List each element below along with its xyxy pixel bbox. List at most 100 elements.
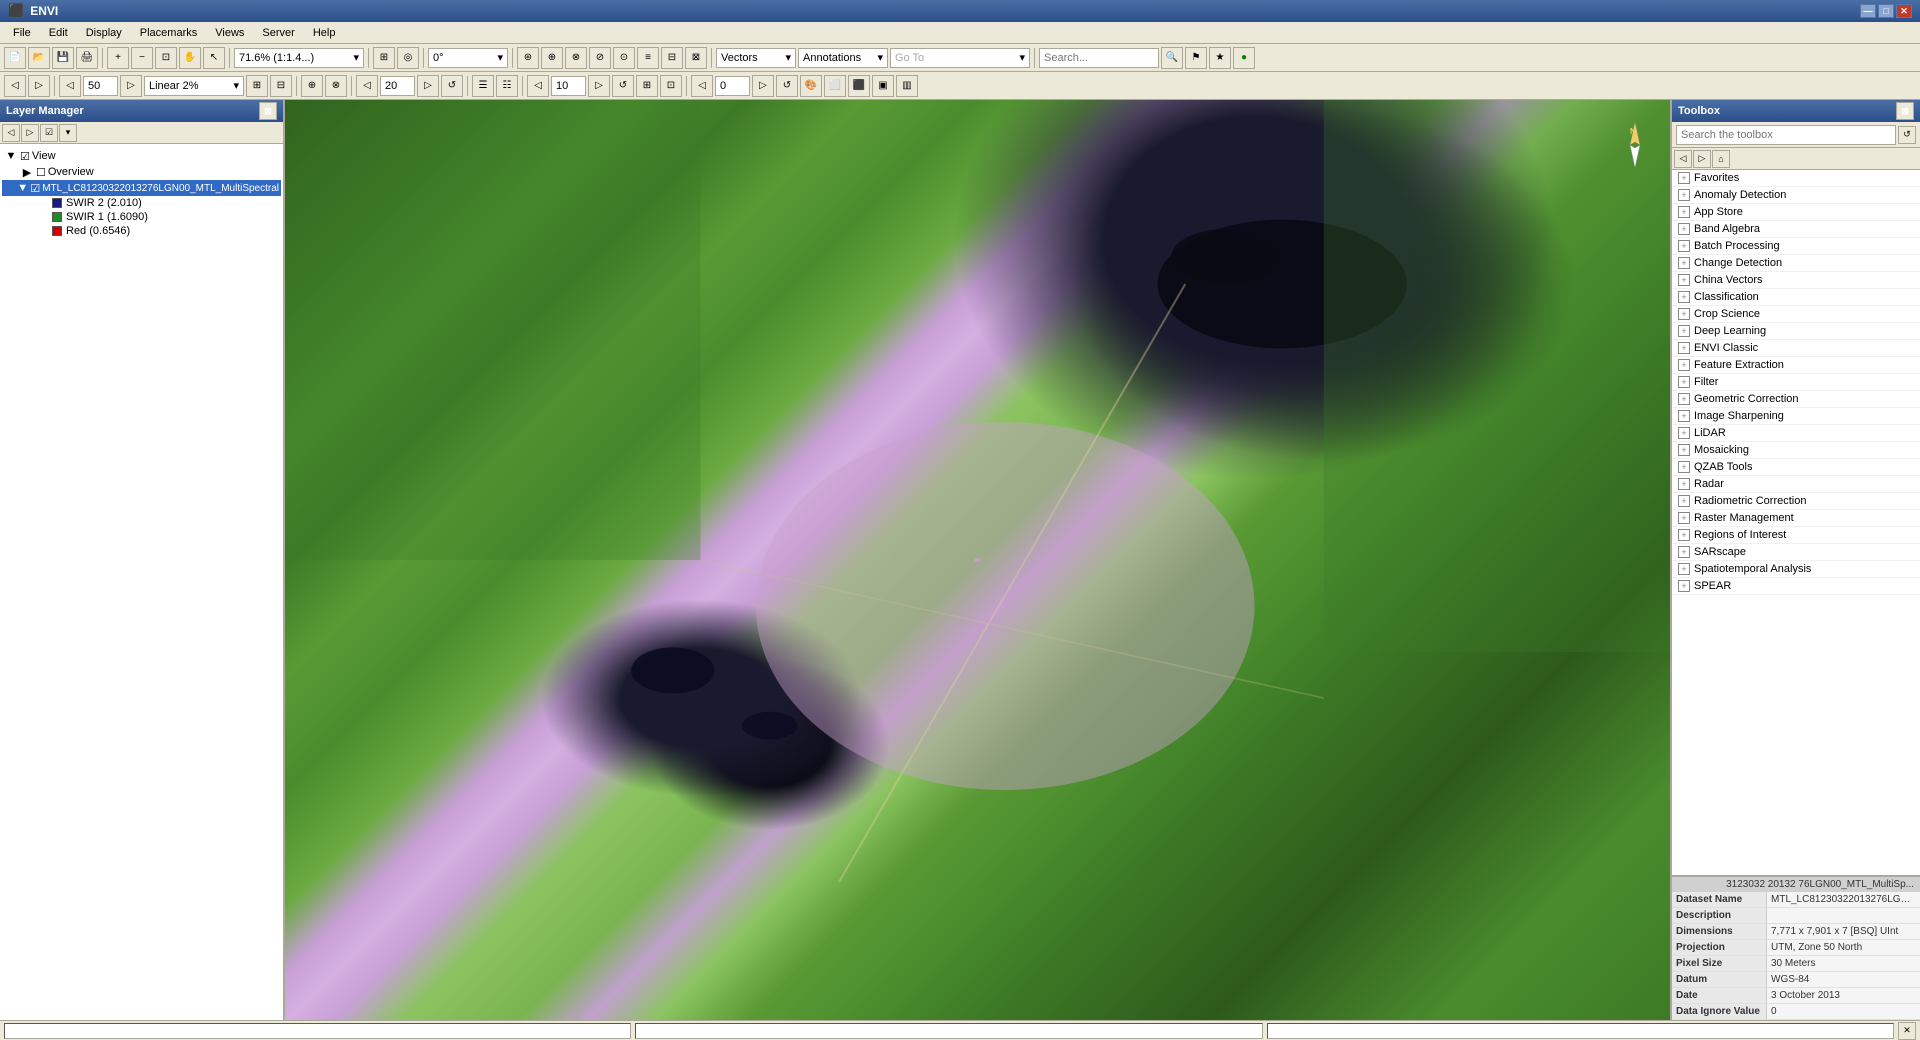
toolbox-item-radiometric-correction[interactable]: +Radiometric Correction — [1672, 493, 1920, 510]
lm-dropdown-btn[interactable]: ▾ — [59, 124, 77, 142]
maximize-button[interactable]: □ — [1878, 4, 1894, 18]
search-input[interactable] — [1039, 48, 1159, 68]
tb2-btn2[interactable]: ▷ — [28, 75, 50, 97]
color-btn2[interactable]: ⬜ — [824, 75, 846, 97]
toolbox-close[interactable]: ⊠ — [1896, 102, 1914, 120]
gamma-left[interactable]: ◁ — [691, 75, 713, 97]
tree-view-item[interactable]: ▼ ☑ View — [2, 148, 281, 164]
tool-btn8[interactable]: ⊠ — [685, 47, 707, 69]
close-button[interactable]: ✕ — [1896, 4, 1912, 18]
tool-btn5[interactable]: ⊙ — [613, 47, 635, 69]
lm-expand-btn[interactable]: ▷ — [21, 124, 39, 142]
bookmark2[interactable]: ★ — [1209, 47, 1231, 69]
tree-band3-item[interactable]: Red (0.6546) — [2, 224, 281, 238]
toolbox-home[interactable]: ⌂ — [1712, 150, 1730, 168]
tb2-btn6[interactable]: ⊗ — [325, 75, 347, 97]
pan-button[interactable]: ✋ — [179, 47, 201, 69]
toolbox-item-anomaly-detection[interactable]: +Anomaly Detection — [1672, 187, 1920, 204]
tool-btn1[interactable]: ⊛ — [517, 47, 539, 69]
open-button[interactable]: 📂 — [28, 47, 50, 69]
tree-band1-item[interactable]: SWIR 2 (2.010) — [2, 196, 281, 210]
gamma-right[interactable]: ▷ — [752, 75, 774, 97]
toolbox-item-deep-learning[interactable]: +Deep Learning — [1672, 323, 1920, 340]
contrast-right[interactable]: ▷ — [588, 75, 610, 97]
color-btn4[interactable]: ▣ — [872, 75, 894, 97]
vectors-dropdown[interactable]: Vectors ▾ — [716, 48, 796, 68]
toolbox-item-batch-processing[interactable]: +Batch Processing — [1672, 238, 1920, 255]
save-button[interactable]: 💾 — [52, 47, 74, 69]
toolbox-item-feature-extraction[interactable]: +Feature Extraction — [1672, 357, 1920, 374]
status-close-btn[interactable]: ✕ — [1898, 1022, 1916, 1040]
menu-server[interactable]: Server — [253, 24, 303, 42]
value1-input[interactable] — [83, 76, 118, 96]
value3-input[interactable] — [551, 76, 586, 96]
toolbox-item-envi-classic[interactable]: +ENVI Classic — [1672, 340, 1920, 357]
toolbox-item-qzab-tools[interactable]: +QZAB Tools — [1672, 459, 1920, 476]
nav-btn2[interactable]: ◎ — [397, 47, 419, 69]
tool-btn7[interactable]: ⊟ — [661, 47, 683, 69]
toolbox-item-change-detection[interactable]: +Change Detection — [1672, 255, 1920, 272]
tb2-btn9[interactable]: ⊞ — [636, 75, 658, 97]
lm-collapse-btn[interactable]: ◁ — [2, 124, 20, 142]
tree-band2-item[interactable]: SWIR 1 (1.6090) — [2, 210, 281, 224]
toolbox-item-lidar[interactable]: +LiDAR — [1672, 425, 1920, 442]
nav-btn1[interactable]: ⊞ — [373, 47, 395, 69]
menu-placemarks[interactable]: Placemarks — [131, 24, 206, 42]
toolbox-item-sarscape[interactable]: +SARscape — [1672, 544, 1920, 561]
tb2-btn4[interactable]: ⊟ — [270, 75, 292, 97]
zoom-in-button[interactable]: + — [107, 47, 129, 69]
layer-manager-close[interactable]: ⊠ — [259, 102, 277, 120]
refresh2-btn[interactable]: ↺ — [612, 75, 634, 97]
annotations-dropdown[interactable]: Annotations ▾ — [798, 48, 888, 68]
color-btn3[interactable]: ⬛ — [848, 75, 870, 97]
search-go-button[interactable]: 🔍 — [1161, 47, 1183, 69]
zoom-out-button[interactable]: − — [131, 47, 153, 69]
stretch-right[interactable]: ▷ — [120, 75, 142, 97]
value2-input[interactable] — [380, 76, 415, 96]
refresh3-btn[interactable]: ↺ — [776, 75, 798, 97]
toolbox-item-image-sharpening[interactable]: +Image Sharpening — [1672, 408, 1920, 425]
tool-btn6[interactable]: ≡ — [637, 47, 659, 69]
toolbox-item-regions-of-interest[interactable]: +Regions of Interest — [1672, 527, 1920, 544]
tb2-btn7[interactable]: ☰ — [472, 75, 494, 97]
color-btn5[interactable]: ▥ — [896, 75, 918, 97]
select-button[interactable]: ↖ — [203, 47, 225, 69]
map-area[interactable]: N — [285, 100, 1670, 1020]
toolbox-item-china-vectors[interactable]: +China Vectors — [1672, 272, 1920, 289]
tool-btn3[interactable]: ⊗ — [565, 47, 587, 69]
toolbox-item-favorites[interactable]: +Favorites — [1672, 170, 1920, 187]
contrast-left[interactable]: ◁ — [527, 75, 549, 97]
toolbox-search-input[interactable] — [1676, 125, 1896, 145]
zoom-fit-button[interactable]: ⊡ — [155, 47, 177, 69]
lm-check-btn[interactable]: ☑ — [40, 124, 58, 142]
toolbox-nav-back[interactable]: ◁ — [1674, 150, 1692, 168]
menu-views[interactable]: Views — [206, 24, 253, 42]
goto-dropdown[interactable]: Go To ▾ — [890, 48, 1030, 68]
zoom-dropdown[interactable]: 71.6% (1:1.4...) ▾ — [234, 48, 364, 68]
brightness-left[interactable]: ◁ — [356, 75, 378, 97]
toolbox-item-geometric-correction[interactable]: +Geometric Correction — [1672, 391, 1920, 408]
brightness-right[interactable]: ▷ — [417, 75, 439, 97]
menu-display[interactable]: Display — [77, 24, 131, 42]
value4-input[interactable] — [715, 76, 750, 96]
toolbox-item-spear[interactable]: +SPEAR — [1672, 578, 1920, 595]
tb2-btn5[interactable]: ⊕ — [301, 75, 323, 97]
new-button[interactable]: 📄 — [4, 47, 26, 69]
toolbox-item-radar[interactable]: +Radar — [1672, 476, 1920, 493]
toolbox-item-spatiotemporal-analysis[interactable]: +Spatiotemporal Analysis — [1672, 561, 1920, 578]
tb2-btn10[interactable]: ⊡ — [660, 75, 682, 97]
rotation-dropdown[interactable]: 0° ▾ — [428, 48, 508, 68]
tree-overview-item[interactable]: ▶ ☐ Overview — [2, 164, 281, 180]
tree-layer-item[interactable]: ▼ ☑ MTL_LC81230322013276LGN00_MTL_MultiS… — [2, 180, 281, 196]
tb2-btn3[interactable]: ⊞ — [246, 75, 268, 97]
color-btn1[interactable]: 🎨 — [800, 75, 822, 97]
bookmark3[interactable]: ● — [1233, 47, 1255, 69]
toolbox-item-filter[interactable]: +Filter — [1672, 374, 1920, 391]
toolbox-item-app-store[interactable]: +App Store — [1672, 204, 1920, 221]
refresh-btn[interactable]: ↺ — [441, 75, 463, 97]
menu-edit[interactable]: Edit — [40, 24, 77, 42]
menu-help[interactable]: Help — [304, 24, 345, 42]
tool-btn2[interactable]: ⊕ — [541, 47, 563, 69]
minimize-button[interactable]: — — [1860, 4, 1876, 18]
tb2-btn1[interactable]: ◁ — [4, 75, 26, 97]
